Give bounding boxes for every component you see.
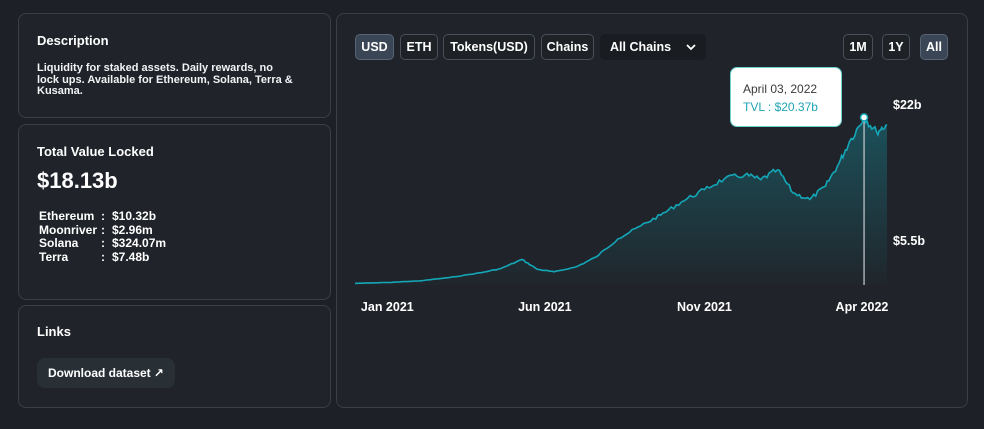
chain-value: $2.96m (112, 222, 153, 237)
table-row: Terra : $7.48b (39, 249, 166, 265)
chain-name: Moonriver (39, 222, 98, 237)
x-tick-label: Nov 2021 (677, 300, 732, 314)
chart-tooltip: April 03, 2022 TVL : $20.37b (730, 67, 842, 127)
description-title: Description (37, 33, 109, 48)
links-title: Links (37, 324, 71, 339)
chain-value: $324.07m (112, 236, 167, 250)
x-tick-label: Jan 2021 (361, 300, 414, 314)
chain-value: $10.32b (112, 209, 157, 223)
tvl-value: $18.13b (37, 168, 118, 193)
description-text: Liquidity for staked assets. Daily rewar… (37, 62, 293, 97)
chain-value: $7.48b (112, 249, 150, 264)
download-dataset-label: Download dataset (48, 366, 151, 380)
table-row: Ethereum : $10.32b (39, 209, 166, 224)
hover-point (859, 113, 869, 122)
tooltip-tvl: TVL : $20.37b (743, 100, 818, 114)
chain-separator: : (101, 236, 105, 250)
links-card: Links Download dataset ↗ (18, 305, 331, 408)
chain-name: Solana (39, 236, 79, 250)
chain-name: Ethereum (39, 209, 95, 223)
tvl-title: Total Value Locked (37, 144, 154, 159)
chart-card: USD ETH Tokens(USD) Chains All Chains 1M… (336, 13, 968, 408)
chain-separator: : (101, 222, 105, 237)
download-dataset-button[interactable]: Download dataset ↗ (37, 358, 175, 388)
description-card: Description Liquidity for staked assets.… (18, 13, 331, 118)
chain-separator: : (101, 249, 105, 264)
x-tick-label: Apr 2022 (836, 300, 889, 314)
y-tick-label: $22b (893, 98, 922, 112)
tvl-card: Total Value Locked $18.13b Ethereum : $1… (18, 124, 331, 300)
tvl-chart[interactable]: Jan 2021 Jun 2021 Nov 2021 Apr 2022 $22b $5.… (337, 14, 967, 407)
table-row: Solana : $324.07m (39, 236, 167, 251)
chain-separator: : (101, 209, 105, 223)
chain-name: Terra (39, 249, 69, 264)
tooltip-date: April 03, 2022 (743, 82, 818, 96)
x-tick-label: Jun 2021 (518, 300, 572, 314)
table-row: Moonriver : $2.96m (39, 222, 166, 238)
chain-breakdown-table: Ethereum : $10.32b Moonriver : $2.96m So… (39, 209, 167, 265)
tvl-area (355, 117, 887, 286)
y-tick-label: $5.5b (893, 234, 925, 248)
external-link-icon: ↗ (153, 366, 164, 380)
